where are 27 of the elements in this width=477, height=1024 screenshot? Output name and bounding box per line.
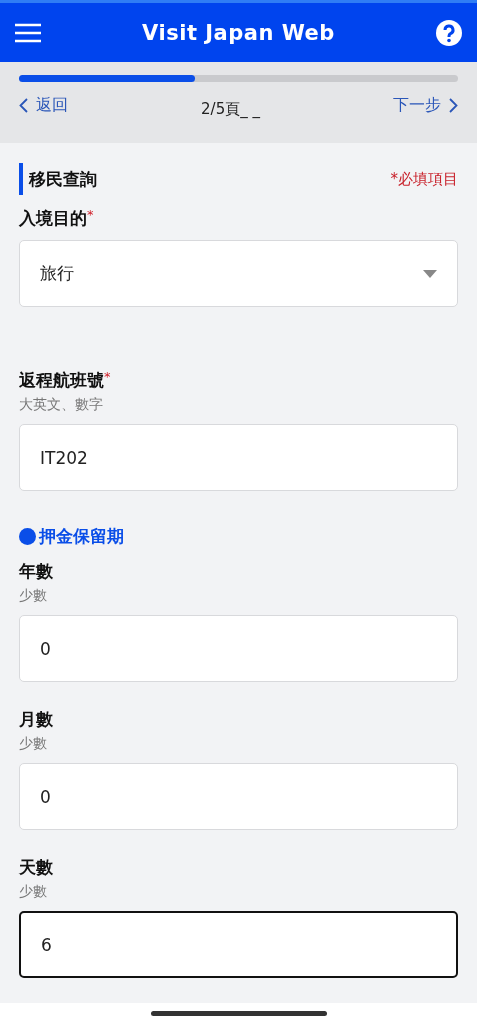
input-field[interactable]: IT202 [19,424,458,491]
required-mark: * [104,369,111,384]
field-hint: 少數 [19,587,48,605]
field-label: 天數 [19,857,53,877]
page-indicator: 2/5頁_ _ [201,100,260,119]
field-label: 返程航班號 [19,370,104,390]
chevron-right-icon [449,98,458,113]
select-field[interactable]: 旅行 [19,240,458,307]
chevron-left-icon [19,98,28,113]
field-label: 月數 [19,709,53,729]
input-field[interactable]: 0 [19,763,458,830]
field-hint: 少數 [19,883,48,901]
field-hint: 大英文、數字 [19,396,104,414]
field-hint: 少數 [19,735,48,753]
next-link[interactable]: 下一步 [393,95,458,116]
app-title: Visit Japan Web [142,20,335,45]
help-icon[interactable] [435,18,463,47]
required-mark: * [87,207,94,222]
field-label: 入境目的 [19,208,87,228]
required-note: *必填項目 [390,169,458,189]
input-field[interactable]: 6 [19,911,458,978]
field-label: 年數 [19,561,53,581]
back-link[interactable]: 返回 [19,95,68,116]
dropdown-caret-icon [423,269,437,278]
section-title: 移民查詢 [19,163,97,195]
input-field[interactable]: 0 [19,615,458,682]
subsection-heading: 押金保留期 [19,525,458,548]
